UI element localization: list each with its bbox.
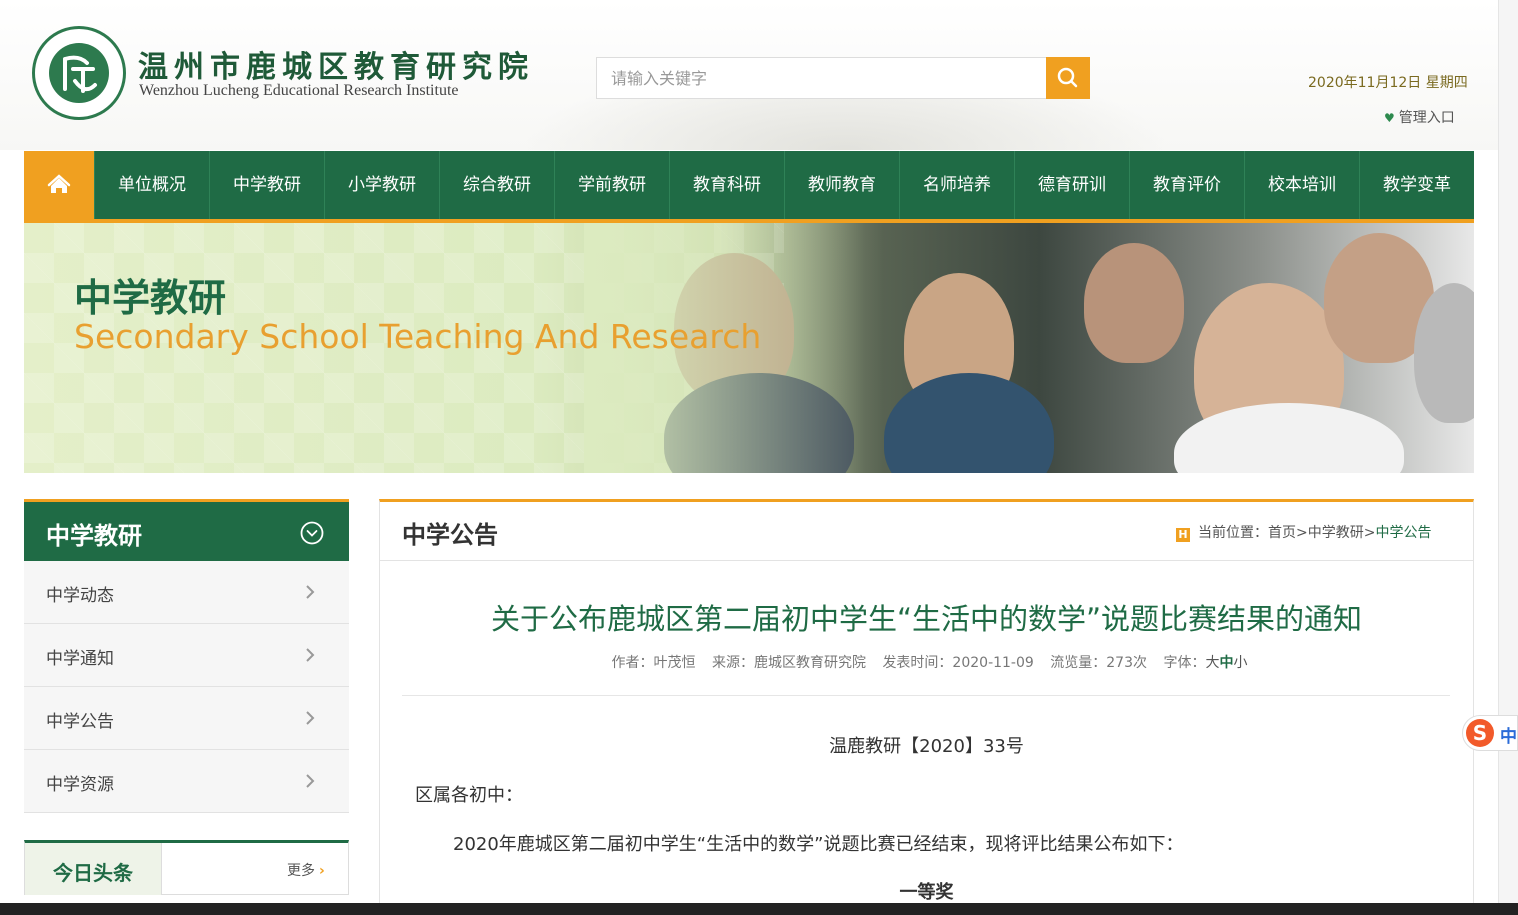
article-published: 发表时间：2020-11-09: [882, 655, 1034, 671]
ime-mode-label: 中: [1500, 727, 1517, 747]
site-name-cn: 温州市鹿城区教育研究院: [138, 50, 534, 85]
sogou-ime-icon: S: [1466, 719, 1494, 747]
tab-headline-news[interactable]: 今日头条: [25, 843, 162, 895]
panel-header: 中学公告 H 当前位置：首页>中学教研>中学公告: [380, 502, 1473, 561]
search-bar: [596, 57, 1091, 99]
article-salutation: 区属各初中：: [415, 785, 523, 806]
font-size-label: 字体：: [1163, 655, 1206, 671]
nav-item-teaching-reform[interactable]: 教学变革: [1359, 151, 1474, 219]
more-link[interactable]: 更多 ›: [287, 860, 325, 880]
taskbar-strip: [0, 903, 1518, 915]
nav-item-evaluation[interactable]: 教育评价: [1129, 151, 1244, 219]
section-banner: 中学教研 Secondary School Teaching And Resea…: [24, 223, 1474, 473]
sidebar-title: 中学教研: [46, 522, 142, 550]
admin-link[interactable]: ♥ 管理入口: [1384, 107, 1455, 127]
article-source: 来源：鹿城区教育研究院: [711, 655, 866, 671]
nav-item-moral-edu[interactable]: 德育研训: [1014, 151, 1129, 219]
admin-link-label: 管理入口: [1398, 110, 1455, 126]
site-header: 温州市鹿城区教育研究院 Wenzhou Lucheng Educational …: [0, 0, 1498, 150]
breadcrumb-sep: >: [1363, 525, 1376, 541]
banner-title-cn: 中学教研: [74, 276, 227, 320]
nav-item-comprehensive[interactable]: 综合教研: [439, 151, 554, 219]
sidebar-item-label: 中学资源: [46, 775, 114, 795]
location-icon: H: [1176, 528, 1190, 542]
main-nav: 单位概况 中学教研 小学教研 综合教研 学前教研 教育科研 教师教育 名师培养 …: [24, 151, 1474, 223]
sidebar-item-news[interactable]: 中学动态: [24, 561, 349, 624]
chevron-right-icon: [306, 711, 315, 725]
page-title: 中学公告: [402, 521, 498, 549]
document-number: 温鹿教研【2020】33号: [829, 736, 1024, 757]
divider: [402, 695, 1450, 696]
search-button[interactable]: [1046, 57, 1090, 99]
article-panel: 中学公告 H 当前位置：首页>中学教研>中学公告 关于公布鹿城区第二届初中学生“生…: [379, 499, 1474, 915]
nav-item-research[interactable]: 教育科研: [669, 151, 784, 219]
nav-item-secondary[interactable]: 中学教研: [209, 151, 324, 219]
chevron-down-circle-icon: [300, 521, 324, 545]
sidebar-item-label: 中学公告: [46, 712, 114, 732]
nav-item-famous-teacher[interactable]: 名师培养: [899, 151, 1014, 219]
breadcrumb-prefix: 当前位置：: [1198, 525, 1268, 541]
breadcrumb-level1[interactable]: 中学教研: [1308, 525, 1364, 541]
article-views: 流览量：273次: [1050, 655, 1147, 671]
article-paragraph: 2020年鹿城区第二届初中学生“生活中的数学”说题比赛已经结束，现将评比结果公布…: [453, 834, 1184, 855]
tab-headline-news-label: 今日头条: [53, 861, 133, 885]
home-icon: [47, 174, 71, 193]
breadcrumb-current[interactable]: 中学公告: [1375, 525, 1431, 541]
nav-item-primary[interactable]: 小学教研: [324, 151, 439, 219]
nav-home[interactable]: [24, 151, 94, 219]
banner-title-en: Secondary School Teaching And Research: [74, 317, 762, 356]
nav-item-preschool[interactable]: 学前教研: [554, 151, 669, 219]
font-size-small[interactable]: 小: [1233, 655, 1247, 671]
chevron-right-icon: ›: [319, 863, 325, 879]
page-scrollbar[interactable]: [1498, 0, 1518, 905]
sidebar-item-resources[interactable]: 中学资源: [24, 750, 349, 813]
font-size-medium[interactable]: 中: [1219, 655, 1233, 671]
logo-emblem-icon: [49, 43, 109, 103]
heart-icon: ♥: [1384, 111, 1395, 125]
sidebar-header[interactable]: 中学教研: [24, 499, 349, 561]
breadcrumb-sep: >: [1296, 525, 1308, 541]
sidebar-item-label: 中学通知: [46, 649, 114, 669]
article-author: 作者：叶茂恒: [611, 655, 696, 671]
sidebar-item-label: 中学动态: [46, 586, 114, 606]
institute-logo[interactable]: [32, 26, 126, 120]
headline-news-box: 今日头条 更多 ›: [24, 840, 349, 895]
breadcrumb: H 当前位置：首页>中学教研>中学公告: [1176, 522, 1431, 542]
chevron-right-icon: [306, 648, 315, 662]
site-name-en: Wenzhou Lucheng Educational Research Ins…: [139, 82, 459, 99]
current-date: 2020年11月12日 星期四: [1308, 75, 1468, 91]
article-heading: 一等奖: [899, 882, 954, 903]
ime-toolbar[interactable]: S 中: [1462, 715, 1518, 751]
sidebar-item-announcements[interactable]: 中学公告: [24, 687, 349, 750]
chevron-right-icon: [306, 585, 315, 599]
search-input[interactable]: [596, 57, 1046, 99]
nav-item-teacher-edu[interactable]: 教师教育: [784, 151, 899, 219]
breadcrumb-home[interactable]: 首页: [1268, 525, 1296, 541]
article-meta: 作者：叶茂恒 来源：鹿城区教育研究院 发表时间：2020-11-09 流览量：2…: [380, 652, 1473, 672]
search-icon: [1057, 67, 1078, 88]
more-link-label: 更多: [287, 863, 315, 879]
nav-item-school-training[interactable]: 校本培训: [1244, 151, 1359, 219]
chevron-right-icon: [306, 774, 315, 788]
nav-item-about[interactable]: 单位概况: [94, 151, 209, 219]
article-title: 关于公布鹿城区第二届初中学生“生活中的数学”说题比赛结果的通知: [490, 602, 1363, 636]
font-size-big[interactable]: 大: [1205, 655, 1219, 671]
sidebar-item-notices[interactable]: 中学通知: [24, 624, 349, 687]
